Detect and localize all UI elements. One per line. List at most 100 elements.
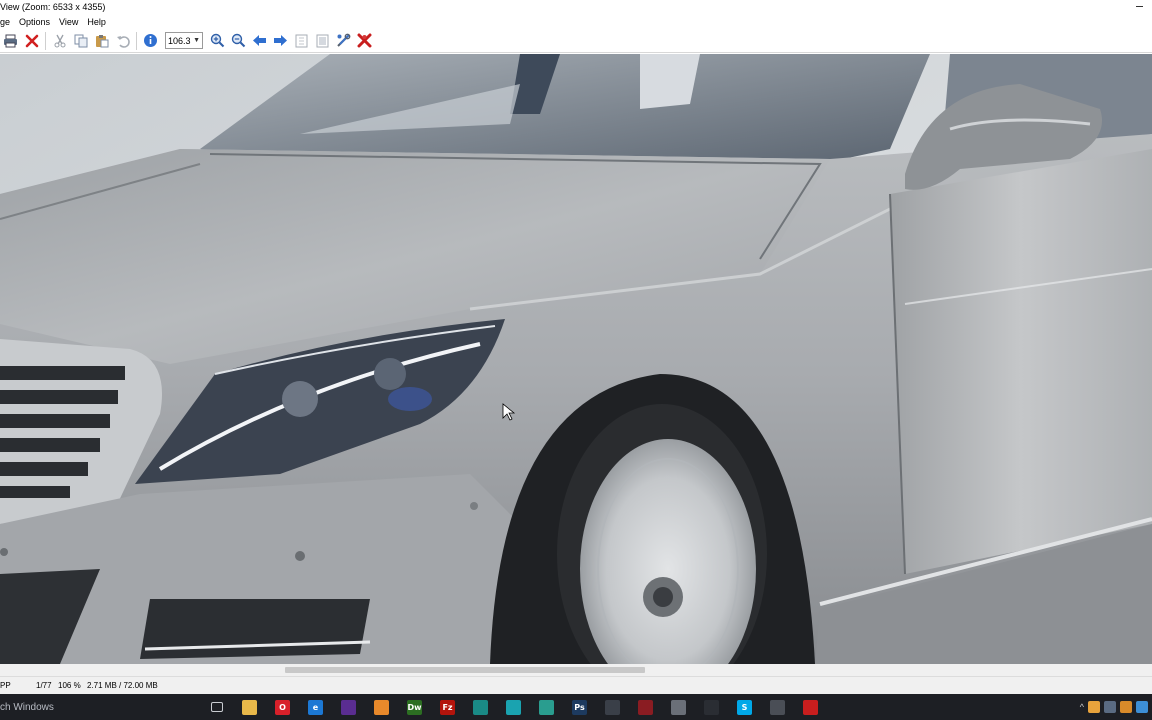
chevron-up-icon[interactable]: ^ <box>1080 702 1084 712</box>
minimize-button[interactable] <box>1134 0 1146 12</box>
menu-options[interactable]: Options <box>19 17 54 27</box>
taskbar-button[interactable] <box>794 694 827 720</box>
zoom-out-button[interactable] <box>228 31 249 51</box>
copy-icon <box>74 34 87 47</box>
last-page-button[interactable] <box>312 31 333 51</box>
task-view-icon <box>210 702 223 712</box>
copy-button[interactable] <box>70 31 91 51</box>
taskbar-button[interactable]: S <box>728 694 761 720</box>
settings-icon <box>337 33 351 47</box>
vector-app-icon <box>605 699 620 715</box>
settings-button[interactable] <box>333 31 354 51</box>
horizontal-scrollbar[interactable] <box>0 664 1152 676</box>
info-icon <box>144 34 157 47</box>
menu-view[interactable]: View <box>59 17 82 27</box>
exit-button[interactable] <box>354 31 375 51</box>
paste-icon <box>95 34 108 47</box>
image-viewport[interactable] <box>0 54 1152 664</box>
taskbar-button[interactable]: Ps <box>563 694 596 720</box>
taskbar-button[interactable] <box>200 694 233 720</box>
app-teal-icon <box>473 699 488 715</box>
zoom-value: 106.3 <box>168 35 191 46</box>
undo-button[interactable] <box>112 31 133 51</box>
windows-taskbar: ch Windows Oe Dw Fz Ps S ^ <box>0 694 1152 720</box>
taskbar-button[interactable]: Fz <box>431 694 464 720</box>
paste-button[interactable] <box>91 31 112 51</box>
chevron-down-icon: ▼ <box>193 37 200 44</box>
edge-icon: e <box>308 699 323 715</box>
taskbar-button[interactable]: Dw <box>398 694 431 720</box>
previous-button[interactable] <box>249 31 270 51</box>
taskbar-button[interactable]: O <box>266 694 299 720</box>
taskbar-button[interactable] <box>365 694 398 720</box>
taskbar-button[interactable] <box>233 694 266 720</box>
taskbar-button[interactable] <box>530 694 563 720</box>
taskbar-button[interactable] <box>695 694 728 720</box>
file-explorer-icon <box>242 699 257 715</box>
taskbar-button[interactable] <box>464 694 497 720</box>
status-format: PP <box>0 681 11 690</box>
scrollbar-thumb[interactable] <box>285 667 645 673</box>
next-button[interactable] <box>270 31 291 51</box>
menu-image[interactable]: ge <box>0 17 14 27</box>
app-cyan-icon <box>506 699 521 715</box>
photoshop-icon: Ps <box>572 699 587 715</box>
app-sea-icon <box>539 699 554 715</box>
title-bar: View (Zoom: 6533 x 4355) <box>0 0 1152 15</box>
status-bar: PP 1/77 106 % 2.71 MB / 72.00 MB <box>0 676 1152 694</box>
taskbar-button[interactable] <box>497 694 530 720</box>
zoom-in-button[interactable] <box>207 31 228 51</box>
last-page-icon <box>316 34 329 47</box>
toolbar-separator <box>136 31 137 50</box>
delete-button[interactable] <box>21 31 42 51</box>
taskbar-search-box[interactable]: ch Windows <box>0 702 200 713</box>
first-page-icon <box>295 34 308 47</box>
mail-icon <box>341 699 356 715</box>
info-button[interactable] <box>140 31 161 51</box>
app-orange-icon <box>374 699 389 715</box>
toolbar-separator <box>45 31 46 50</box>
previous-icon <box>253 35 266 46</box>
zoom-out-icon <box>231 33 246 48</box>
tray-app-icon[interactable] <box>1088 701 1100 713</box>
tray-app-icon[interactable] <box>1136 701 1148 713</box>
zoom-in-icon <box>210 33 225 48</box>
taskbar-button[interactable] <box>332 694 365 720</box>
tray-app-icon[interactable] <box>1120 701 1132 713</box>
first-page-button[interactable] <box>291 31 312 51</box>
red-app-icon <box>638 699 653 715</box>
generic-window-icon <box>671 699 686 715</box>
taskbar-apps: Oe Dw Fz Ps S <box>200 694 827 720</box>
dreamweaver-icon: Dw <box>407 699 422 715</box>
print-button[interactable] <box>0 31 21 51</box>
taskbar-button[interactable] <box>662 694 695 720</box>
undo-icon <box>116 35 130 48</box>
cut-icon <box>54 34 65 47</box>
app-gray-icon <box>770 699 785 715</box>
tray-app-icon[interactable] <box>1104 701 1116 713</box>
taskbar-button[interactable] <box>761 694 794 720</box>
taskbar-button[interactable] <box>629 694 662 720</box>
system-tray: ^ <box>1080 701 1152 713</box>
print-icon <box>4 34 17 47</box>
status-memory: 2.71 MB / 72.00 MB <box>87 681 158 690</box>
status-zoom: 106 % <box>58 681 81 690</box>
status-position: 1/77 <box>36 681 52 690</box>
toolbar: 106.3 ▼ <box>0 29 1152 53</box>
filezilla-icon: Fz <box>440 699 455 715</box>
zoom-select[interactable]: 106.3 ▼ <box>165 32 203 49</box>
menu-bar: ge Options View Help <box>0 15 1152 29</box>
media-player-icon <box>704 699 719 715</box>
car-photo <box>0 54 1152 664</box>
skype-icon: S <box>737 699 752 715</box>
taskbar-button[interactable]: e <box>299 694 332 720</box>
exit-icon <box>357 33 372 48</box>
irfanview-icon <box>803 699 818 715</box>
delete-icon <box>25 34 38 47</box>
cut-button[interactable] <box>49 31 70 51</box>
taskbar-button[interactable] <box>596 694 629 720</box>
opera-icon: O <box>275 699 290 715</box>
menu-help[interactable]: Help <box>87 17 110 27</box>
window-title: View (Zoom: 6533 x 4355) <box>0 2 106 12</box>
next-icon <box>274 35 287 46</box>
